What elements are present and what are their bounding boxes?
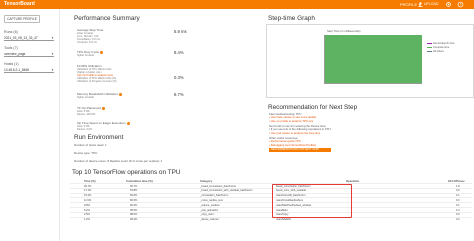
performance-summary-title: Performance Summary [74, 15, 140, 22]
top-ops-title: Top 10 TensorFlow operations on TPU [72, 169, 181, 176]
chevron-down-icon: ▼ [51, 68, 54, 72]
legend-swatch [427, 42, 432, 45]
rec-line-2[interactable]: • Use op profile to analyze TPU ops [269, 119, 313, 123]
rec-line-6[interactable]: • Use pod viewer to analyze the step tim… [269, 131, 320, 135]
legend-swatch [427, 46, 432, 49]
chart-title: Step Time (in milliseconds) [327, 29, 361, 33]
tools-label: Tools (7) [4, 46, 18, 50]
chevron-down-icon: ▼ [51, 36, 54, 40]
operation-highlight-box [272, 184, 352, 218]
tools-select[interactable]: overview_page ▼ [4, 51, 54, 57]
main-content: Performance Summary Average Step Time lo… [62, 9, 474, 241]
memory-bandwidth-sub: higher is better [77, 95, 95, 99]
legend-label: Compute time [433, 46, 450, 49]
tools-select-value: overview_page [4, 52, 26, 56]
cell-gflops: 4.2 [456, 218, 460, 222]
flops-utilization-value: 0.3% [174, 75, 184, 80]
tpu-duty-cycle-value: 8.4% [174, 50, 184, 55]
cell-time: 1.2% [84, 218, 90, 222]
hosts-select-value: 10.48.6.2-1_8466 [4, 68, 29, 72]
op-placement-device: Device: 100.0% [77, 112, 96, 116]
compute-time-area [324, 35, 422, 83]
recommendations-button[interactable]: RECOMMENDATIONS FOR NEXT STEP [269, 148, 331, 152]
runs-label: Runs (6) [4, 30, 18, 34]
memory-bandwidth-value: 6.7% [174, 92, 184, 97]
run-environment-title: Run Environment [74, 134, 124, 141]
capture-profile-button[interactable]: CAPTURE PROFILE [4, 15, 40, 23]
sidebar: CAPTURE PROFILE Runs (6) 2021_03_08_13_3… [0, 9, 60, 241]
legend-item-others: All others [427, 50, 444, 53]
cell-operation: main/MatMul [276, 218, 291, 222]
app-title: TensorBoard [4, 1, 35, 7]
legend-swatch [427, 50, 432, 53]
legend-item-kernel-launch: Kernel launch time [427, 42, 454, 45]
runs-select[interactable]: 2021_03_08_13_33_47 ▼ [4, 35, 54, 41]
tpu-duty-cycle-sub: higher is better [77, 53, 95, 57]
avg-step-time-value: 5.9 ms [174, 29, 187, 34]
info-icon[interactable] [126, 121, 130, 125]
legend-item-compute: Compute time [427, 46, 449, 49]
cell-category: _dense_matmul [200, 218, 219, 222]
flops-sub-5: Utilization of Program Counter (%) [77, 80, 117, 84]
legend-label: Kernel launch time [433, 42, 455, 45]
env-hosts: Number of hosts used: 1 [74, 143, 107, 147]
top-bar: TensorBoard PROFILE▼ UPLOAD ? [0, 0, 474, 9]
eager-device: Device: 0.0% [77, 127, 93, 131]
env-device-type: Device type: TPU [74, 151, 98, 155]
recommendation-title: Recommendation for Next Step [268, 104, 358, 111]
step-time-graph-title: Step-time Graph [268, 15, 315, 22]
plugin-select-label: PROFILE [400, 2, 418, 7]
chevron-down-icon: ▼ [51, 52, 54, 56]
info-icon[interactable] [100, 50, 104, 54]
table-row: 1.2% 99.2% _dense_matmul main/MatMul 4.2 [70, 216, 472, 222]
upload-button-label[interactable]: UPLOAD [424, 1, 438, 8]
hosts-select[interactable]: 10.48.6.2-1_8466 ▼ [4, 67, 54, 73]
gear-icon[interactable] [445, 1, 452, 8]
step-time-chart: Step Time (in milliseconds) Kernel launc… [266, 24, 474, 98]
hosts-label: Hosts (1) [4, 62, 19, 66]
info-icon[interactable] [118, 92, 122, 96]
upload-icon[interactable] [417, 1, 424, 8]
chart-x-axis [324, 83, 422, 84]
runs-select-value: 2021_03_08_13_33_47 [4, 36, 38, 40]
svg-text:?: ? [460, 3, 462, 7]
help-icon[interactable]: ? [457, 1, 464, 8]
cell-cumulative: 99.2% [130, 218, 138, 222]
chart-y-axis [324, 35, 325, 83]
avg-step-time-sub-4: Compute: 5.9 ms [77, 41, 97, 45]
info-icon[interactable] [102, 106, 106, 110]
legend-label: All others [433, 50, 444, 53]
rec-line-10[interactable]: • Debugging tool (TensorFlow Profiler) [269, 143, 316, 147]
env-device-cores: Number of device cores: 8 Replica count … [74, 159, 163, 163]
